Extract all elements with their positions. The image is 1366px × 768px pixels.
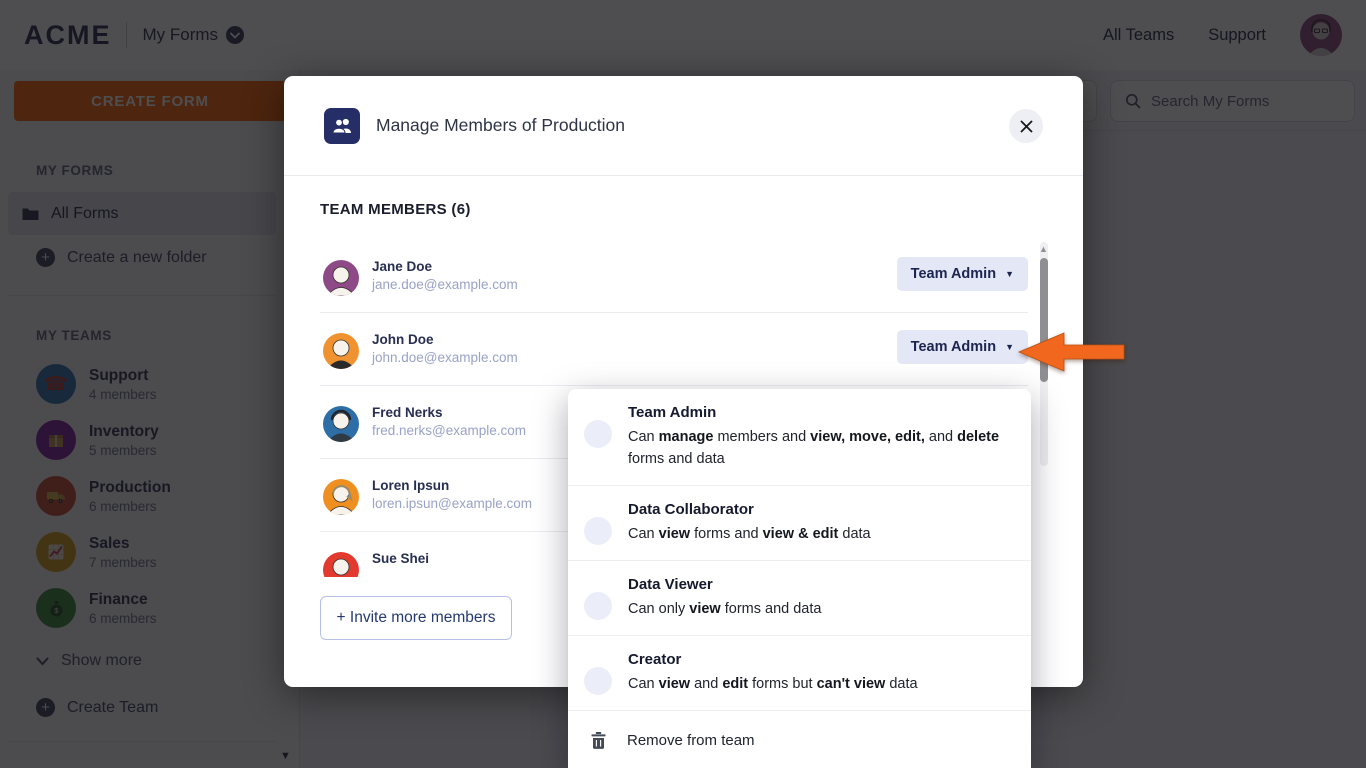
member-row-jane-doe: Jane Doe jane.doe@example.com Team Admin… [320,240,1028,313]
role-option-title: Team Admin [628,404,717,421]
modal-header: Manage Members of Production [284,76,1083,176]
role-label: Team Admin [910,266,997,282]
role-option-team-admin[interactable]: Team Admin Can manage members and view, … [568,389,1031,487]
role-option-description: Can manage members and view, move, edit,… [628,429,1000,468]
member-name: Loren Ipsun [372,478,450,493]
member-email: john.doe@example.com [372,350,518,365]
radio-button[interactable] [584,517,612,546]
member-email: loren.ipsun@example.com [372,496,533,511]
member-row-john-doe: John Doe john.doe@example.com Team Admin… [320,313,1028,386]
role-option-description: Can only view forms and data [628,601,822,618]
role-dropdown-menu: Team Admin Can manage members and view, … [568,389,1031,768]
trash-icon [591,732,606,750]
role-option-description: Can view and edit forms but can't view d… [628,676,918,693]
member-avatar [323,552,359,577]
member-avatar [323,479,359,515]
radio-button[interactable] [584,667,612,696]
role-option-title: Data Collaborator [628,501,754,519]
caret-down-icon: ▼ [1005,342,1014,352]
team-members-icon [324,107,360,144]
modal-title: Manage Members of Production [376,115,626,135]
role-option-description: Can view forms and view & edit data [628,526,871,543]
role-option-title: Data Viewer [628,576,713,594]
close-icon [1020,120,1032,132]
app-root: ACME My Forms All Teams Support C [0,0,1366,768]
caret-down-icon: ▼ [1005,269,1014,279]
role-dropdown-button-john[interactable]: Team Admin ▼ [896,330,1028,364]
remove-from-team-button[interactable]: Remove from team [568,711,1031,768]
role-option-data-collaborator[interactable]: Data Collaborator Can view forms and vie… [568,486,1031,562]
member-email: jane.doe@example.com [372,277,518,292]
role-label: Team Admin [910,339,997,355]
invite-more-members-button[interactable]: + Invite more members [320,596,512,640]
member-name: Fred Nerks [372,405,443,420]
member-name: Jane Doe [372,259,433,274]
role-dropdown-button-jane[interactable]: Team Admin ▼ [896,257,1028,291]
member-avatar [323,333,359,369]
team-members-count-label: TEAM MEMBERS (6) [320,201,471,218]
member-avatar [323,406,359,442]
radio-button[interactable] [584,592,612,621]
annotation-arrow [1018,332,1125,372]
role-option-data-viewer[interactable]: Data Viewer Can only view forms and data [568,561,1031,637]
role-option-title: Creator [628,651,682,669]
close-button[interactable] [1009,109,1043,143]
remove-from-team-label: Remove from team [627,732,755,750]
member-name: John Doe [372,332,434,347]
role-option-creator[interactable]: Creator Can view and edit forms but can'… [568,636,1031,712]
member-name: Sue Shei [372,551,430,566]
radio-button[interactable] [584,420,612,448]
scrollbar-up-arrow[interactable]: ▲ [1039,244,1048,254]
member-email: fred.nerks@example.com [372,423,527,438]
member-avatar [323,260,359,296]
